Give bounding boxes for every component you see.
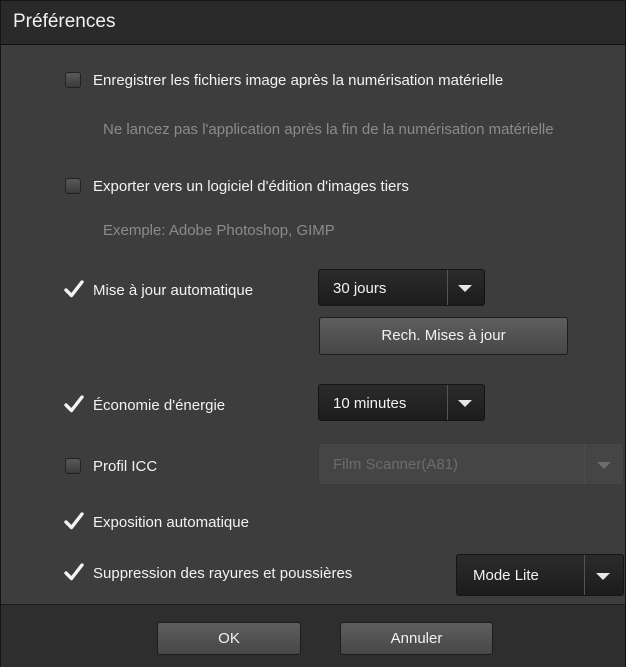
- select-divider: [584, 444, 585, 484]
- checkmark-icon: [64, 395, 84, 413]
- dust-removal-label: Suppression des rayures et poussières: [93, 564, 353, 582]
- select-divider: [447, 385, 448, 420]
- save-files-hint: Ne lancez pas l'application après la fin…: [103, 121, 554, 138]
- export-hint: Exemple: Adobe Photoshop, GIMP: [103, 222, 335, 239]
- save-files-label: Enregistrer les fichiers image après la …: [93, 71, 504, 89]
- checkmark-icon: [64, 280, 84, 298]
- energy-saving-label: Économie d'énergie: [93, 396, 226, 414]
- icc-profile-option[interactable]: Profil ICC: [65, 455, 157, 477]
- title-bar: Préférences: [1, 1, 625, 45]
- dust-removal-option[interactable]: Suppression des rayures et poussières: [64, 562, 353, 584]
- auto-exposure-label: Exposition automatique: [93, 513, 249, 531]
- icc-profile-value: Film Scanner(A81): [333, 456, 459, 473]
- dialog-title: Préférences: [13, 11, 116, 32]
- energy-timeout-value: 10 minutes: [333, 395, 407, 412]
- ok-button[interactable]: OK: [157, 622, 301, 655]
- save-files-option[interactable]: Enregistrer les fichiers image après la …: [65, 69, 503, 91]
- auto-exposure-checkbox[interactable]: [64, 512, 84, 530]
- update-interval-select[interactable]: 30 jours: [318, 269, 485, 306]
- chevron-down-icon: [597, 462, 611, 469]
- export-checkbox[interactable]: [65, 178, 81, 194]
- dust-mode-select[interactable]: Mode Lite: [456, 554, 624, 596]
- dust-removal-checkbox[interactable]: [64, 563, 84, 581]
- chevron-down-icon: [458, 400, 472, 407]
- energy-timeout-select[interactable]: 10 minutes: [318, 384, 485, 421]
- energy-saving-option[interactable]: Économie d'énergie: [64, 394, 226, 416]
- checkmark-icon: [64, 563, 84, 581]
- auto-update-checkbox[interactable]: [64, 280, 84, 298]
- chevron-down-icon: [458, 285, 472, 292]
- update-interval-value: 30 jours: [333, 280, 387, 297]
- chevron-down-icon: [596, 573, 610, 580]
- select-divider: [447, 270, 448, 305]
- icc-profile-select: Film Scanner(A81): [318, 443, 624, 485]
- dialog-footer: OK Annuler: [1, 604, 625, 667]
- auto-update-label: Mise à jour automatique: [93, 281, 254, 299]
- export-option[interactable]: Exporter vers un logiciel d'édition d'im…: [65, 175, 409, 197]
- auto-update-option[interactable]: Mise à jour automatique: [64, 279, 254, 301]
- energy-saving-checkbox[interactable]: [64, 395, 84, 413]
- export-label: Exporter vers un logiciel d'édition d'im…: [93, 177, 409, 195]
- save-files-checkbox[interactable]: [65, 72, 81, 88]
- dust-mode-value: Mode Lite: [473, 567, 539, 584]
- select-divider: [584, 555, 585, 595]
- auto-exposure-option[interactable]: Exposition automatique: [64, 511, 249, 533]
- icc-profile-label: Profil ICC: [93, 457, 158, 475]
- checkmark-icon: [64, 512, 84, 530]
- preferences-dialog: Préférences Enregistrer les fichiers ima…: [0, 0, 626, 667]
- check-updates-button[interactable]: Rech. Mises à jour: [319, 317, 568, 355]
- icc-profile-checkbox[interactable]: [65, 458, 81, 474]
- cancel-button[interactable]: Annuler: [340, 622, 493, 655]
